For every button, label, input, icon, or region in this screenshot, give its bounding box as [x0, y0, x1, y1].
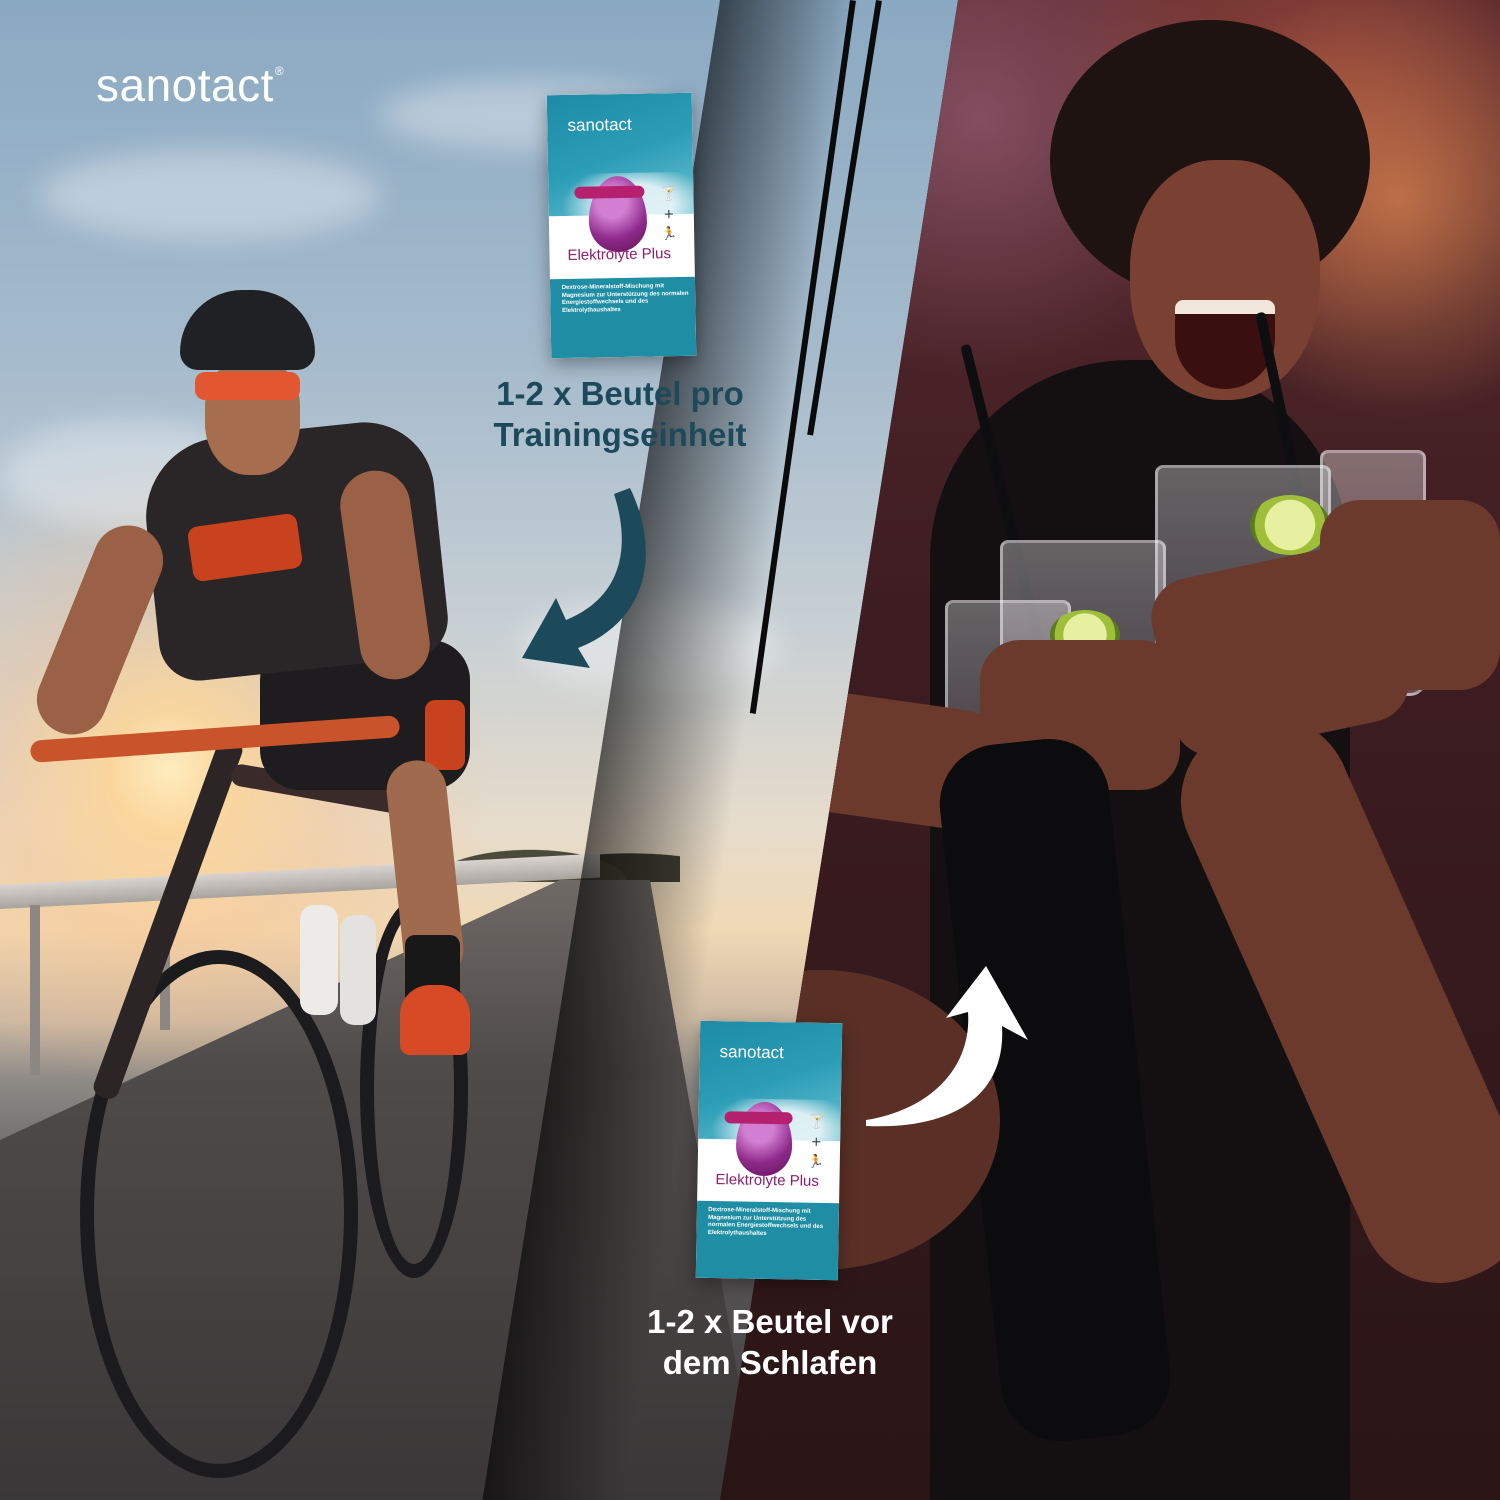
cyclist-sunglasses [195, 372, 300, 400]
packet-product-name: Elektrolyte Plus [715, 1171, 819, 1190]
plus-icon: + [810, 1134, 822, 1150]
packet-description: Dextrose-Mineralstoff-Mischung mit Magne… [561, 283, 689, 314]
brand-name: sanotact [96, 59, 274, 111]
hand [1320, 500, 1500, 690]
brand-logo: sanotact® [96, 58, 284, 112]
packet-logo: sanotact [719, 1041, 785, 1062]
guard-rail [0, 853, 600, 909]
packet-ribbon [574, 185, 645, 199]
packet-ribbon [724, 1111, 793, 1125]
packet-description: Dextrose-Mineralstoff-Mischung mit Magne… [707, 1206, 824, 1237]
cocktail-icon: 🍸 [808, 1114, 825, 1130]
sleep-caption: 1-2 x Beutel vor dem Schlafen [600, 1302, 940, 1384]
water-bottle [300, 905, 338, 1015]
packet-logo: sanotact [567, 114, 632, 135]
product-packet: sanotact 🍸 + 🏃 Elektrolyte Plus Dextrose… [695, 1020, 843, 1281]
cocktail-icon: 🍸 [660, 187, 677, 203]
advertisement-canvas: sanotact® sanotact 🍸 + 🏃 Elektrolyte Plu… [0, 0, 1500, 1500]
sleep-caption-line2: dem Schlafen [662, 1343, 878, 1381]
curved-arrow-down-icon [522, 488, 646, 668]
training-caption: 1-2 x Beutel pro Trainingseinheit [440, 374, 800, 456]
plus-icon: + [663, 207, 675, 223]
cloud [40, 150, 380, 240]
training-caption-line1: 1-2 x Beutel pro [496, 375, 744, 412]
water-bottle [340, 915, 376, 1025]
cyclist-shoe [400, 985, 470, 1055]
cyclist-arm [26, 514, 174, 746]
runner-icon: 🏃 [807, 1154, 825, 1170]
registered-mark: ® [274, 64, 285, 78]
runner-icon: 🏃 [661, 227, 678, 243]
cyclist-helmet [180, 290, 315, 370]
packet-icons: 🍸 + 🏃 [660, 185, 677, 245]
lime-slice [1250, 495, 1330, 555]
curved-arrow-up-icon [866, 966, 1028, 1127]
packet-product-name: Elektrolyte Plus [567, 245, 672, 264]
product-packet: sanotact 🍸 + 🏃 Elektrolyte Plus Dextrose… [546, 92, 697, 359]
training-caption-line2: Trainingseinheit [493, 415, 747, 453]
sleep-caption-line1: 1-2 x Beutel vor [647, 1303, 893, 1340]
cyclist-shorts-accent [425, 700, 465, 770]
packet-icons: 🍸 + 🏃 [808, 1113, 825, 1173]
rail-post [30, 905, 40, 1075]
